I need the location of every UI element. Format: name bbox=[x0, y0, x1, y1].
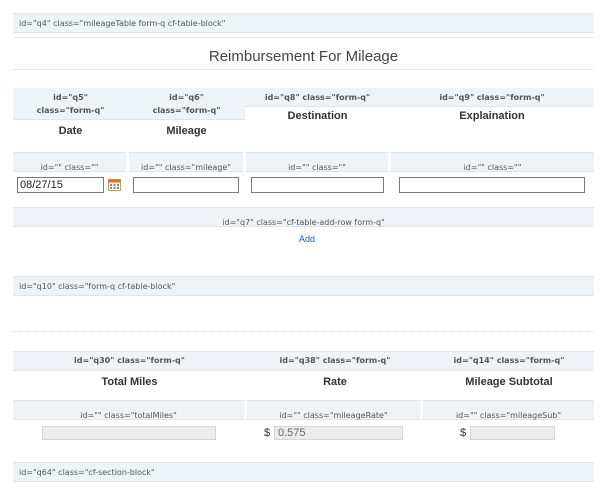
column-mileage-tag-id: id="q6" bbox=[169, 93, 204, 102]
summary-col-rate: id="q38" class="form-q" Rate bbox=[246, 351, 424, 388]
column-date: id="q5" class="form-q" Date bbox=[13, 88, 128, 140]
mileage-input[interactable] bbox=[133, 177, 239, 193]
row-tag-cell-date: id="" class="" bbox=[13, 152, 126, 172]
column-explanation-label: Explaination bbox=[459, 110, 525, 122]
summary-col-subtotal-label: Mileage Subtotal bbox=[465, 376, 553, 388]
summary-col-rate-tag: id="q38" class="form-q" bbox=[279, 356, 391, 365]
rate-currency: $ bbox=[264, 427, 271, 439]
date-input[interactable]: 08/27/15 bbox=[17, 177, 104, 193]
summary-tag-cell-total-miles: id="" class="totalMiles" bbox=[13, 400, 244, 420]
section-q64-tag: id="q64" class="cf-section-block" bbox=[19, 468, 155, 477]
summary-tag-subtotal: id="" class="mileageSub" bbox=[455, 411, 562, 420]
row-tag-explanation: id="" class="" bbox=[463, 163, 522, 172]
column-mileage-tag-class: class="form-q" bbox=[152, 106, 221, 115]
summary-col-rate-label: Rate bbox=[323, 376, 347, 388]
summary-col-total-miles-tag: id="q30" class="form-q" bbox=[74, 356, 185, 365]
summary-tag-total-miles: id="" class="totalMiles" bbox=[80, 411, 177, 420]
row-tag-cell-destination: id="" class="" bbox=[246, 152, 388, 172]
column-date-label: Date bbox=[58, 125, 83, 137]
add-row-tag: id="q7" class="cf-table-add-row form-q" bbox=[222, 218, 385, 227]
divider bbox=[13, 37, 594, 38]
rate-field: 0.575 bbox=[274, 426, 403, 440]
explanation-input[interactable] bbox=[399, 177, 585, 193]
add-row-header: id="q7" class="cf-table-add-row form-q" bbox=[13, 207, 594, 227]
divider bbox=[13, 69, 594, 70]
summary-col-subtotal-tag: id="q14" class="form-q" bbox=[453, 356, 565, 365]
section-q10-header: id="q10" class="form-q cf-table-block" bbox=[13, 276, 594, 296]
column-explanation: id="q9" class="form-q" Explaination bbox=[390, 88, 594, 128]
calendar-icon[interactable] bbox=[108, 178, 121, 191]
page-title: Reimbursement For Mileage bbox=[208, 48, 399, 65]
destination-input[interactable] bbox=[251, 177, 384, 193]
subtotal-field bbox=[470, 426, 555, 440]
column-mileage-label: Mileage bbox=[166, 125, 207, 137]
row-tag-cell-explanation: id="" class="" bbox=[391, 152, 594, 172]
total-miles-field bbox=[42, 426, 216, 440]
column-date-tag-class: class="form-q" bbox=[36, 106, 105, 115]
row-tag-date: id="" class="" bbox=[40, 163, 99, 172]
summary-tag-cell-rate: id="" class="mileageRate" bbox=[247, 400, 420, 420]
subtotal-currency: $ bbox=[460, 427, 467, 439]
summary-tag-rate: id="" class="mileageRate" bbox=[279, 411, 388, 420]
section-q4-header: id="q4" class="mileageTable form-q cf-ta… bbox=[13, 13, 594, 33]
column-destination-label: Destination bbox=[287, 110, 348, 122]
summary-col-total-miles: id="q30" class="form-q" Total Miles bbox=[13, 351, 246, 388]
section-q10-tag: id="q10" class="form-q cf-table-block" bbox=[19, 282, 176, 291]
row-tag-destination: id="" class="" bbox=[288, 163, 346, 172]
section-q4-tag: id="q4" class="mileageTable form-q cf-ta… bbox=[19, 19, 226, 28]
column-date-tag-id: id="q5" bbox=[53, 93, 88, 102]
row-tag-cell-mileage: id="" class="mileage" bbox=[129, 152, 243, 172]
section-q64-header: id="q64" class="cf-section-block" bbox=[13, 462, 594, 482]
divider bbox=[13, 331, 594, 332]
summary-col-total-miles-label: Total Miles bbox=[101, 376, 158, 388]
column-explanation-tag: id="q9" class="form-q" bbox=[439, 93, 545, 102]
summary-col-subtotal: id="q14" class="form-q" Mileage Subtotal bbox=[424, 351, 594, 388]
column-destination: id="q8" class="form-q" Destination bbox=[245, 88, 390, 128]
column-mileage: id="q6" class="form-q" Mileage bbox=[128, 88, 245, 140]
row-tag-mileage: id="" class="mileage" bbox=[141, 163, 231, 172]
add-row-link[interactable]: Add bbox=[299, 234, 315, 244]
column-destination-tag: id="q8" class="form-q" bbox=[264, 93, 371, 102]
summary-tag-cell-subtotal: id="" class="mileageSub" bbox=[423, 400, 594, 420]
